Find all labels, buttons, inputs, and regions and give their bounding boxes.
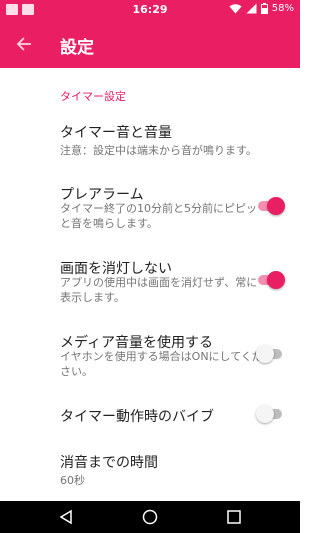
- pref-vibration[interactable]: タイマー動作時のバイブ: [0, 402, 300, 438]
- recents-square-icon: [227, 510, 241, 524]
- arrow-back-icon: [16, 37, 31, 51]
- section-header: タイマー設定: [60, 90, 126, 103]
- pref-keep-screen-on[interactable]: 画面を消灯しない アプリの使用中は画面を消灯せず、常に表示します。: [0, 254, 300, 318]
- page-title: 設定: [60, 38, 94, 58]
- wifi-icon: [229, 4, 242, 14]
- keep-screen-on-switch[interactable]: [256, 268, 285, 292]
- pref-title: タイマー音と音量: [60, 125, 172, 141]
- pre-alarm-switch[interactable]: [256, 194, 285, 218]
- status-bar: 16:29 58%: [0, 0, 300, 20]
- pref-summary: イヤホンを使用する場合はONにしてください。: [60, 350, 263, 378]
- nav-home-button[interactable]: [140, 507, 160, 527]
- pref-timer-sound[interactable]: タイマー音と音量 注意：設定中は端末から音が鳴ります。: [0, 118, 300, 166]
- pref-summary: 60秒: [60, 474, 85, 487]
- pref-summary: タイマー終了の10分前と5分前にピピッと音を鳴らします。: [60, 202, 257, 230]
- battery-percent: 58%: [271, 3, 294, 14]
- switch-thumb: [256, 345, 274, 363]
- back-triangle-icon: [59, 509, 72, 525]
- settings-list: タイマー設定 タイマー音と音量 注意：設定中は端末から音が鳴ります。 プレアラー…: [0, 68, 300, 501]
- pref-media-volume[interactable]: メディア音量を使用する イヤホンを使用する場合はONにしてください。: [0, 328, 300, 392]
- nav-back-button[interactable]: [56, 507, 76, 527]
- pref-mute-time[interactable]: 消音までの時間 60秒: [0, 448, 300, 496]
- home-circle-icon: [142, 509, 158, 525]
- battery-icon: [260, 3, 268, 14]
- nav-recents-button[interactable]: [224, 507, 244, 527]
- pref-pre-alarm[interactable]: プレアラーム タイマー終了の10分前と5分前にピピッと音を鳴らします。: [0, 180, 300, 244]
- pref-summary: アプリの使用中は画面を消灯せず、常に表示します。: [60, 276, 258, 304]
- pref-title: 消音までの時間: [60, 455, 158, 471]
- navigation-bar: [0, 501, 300, 533]
- media-volume-switch[interactable]: [256, 342, 284, 366]
- vibration-switch[interactable]: [256, 402, 284, 426]
- switch-thumb: [256, 405, 274, 423]
- back-button[interactable]: [8, 28, 40, 60]
- status-right-icons: 58%: [229, 3, 294, 14]
- pref-summary: 注意：設定中は端末から音が鳴ります。: [60, 144, 257, 157]
- signal-icon: [246, 3, 257, 14]
- switch-thumb: [267, 271, 285, 289]
- app-bar: 設定: [0, 20, 300, 68]
- pref-title: タイマー動作時のバイブ: [60, 409, 214, 425]
- switch-thumb: [267, 197, 285, 215]
